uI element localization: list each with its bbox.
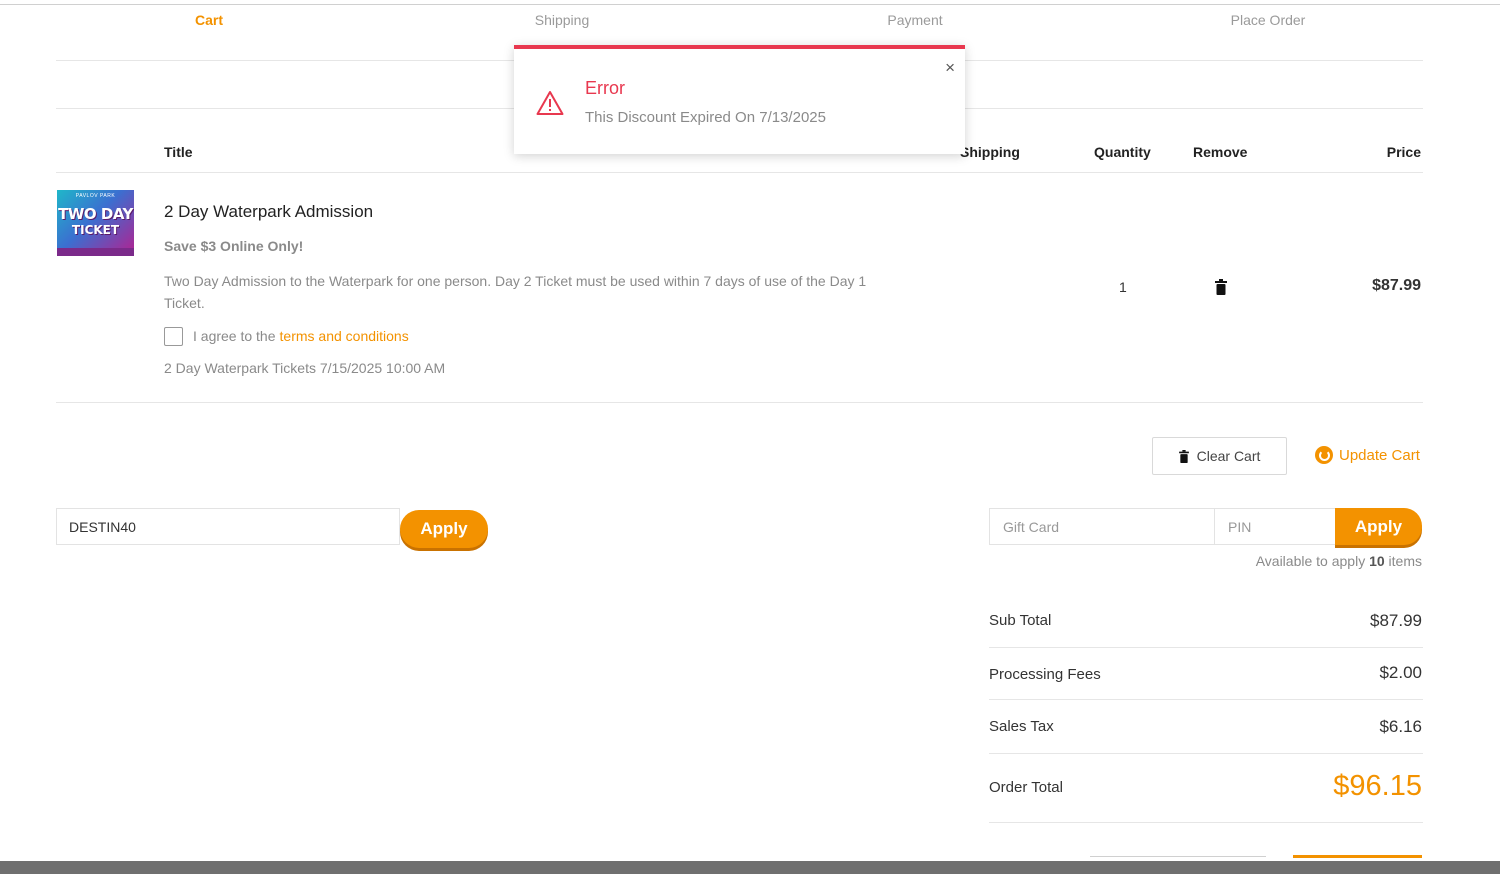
subtotal-value: $87.99 xyxy=(1370,611,1422,630)
trash-icon[interactable] xyxy=(1215,279,1227,295)
item-title: 2 Day Waterpark Admission xyxy=(164,202,374,221)
error-toast: Error This Discount Expired On 7/13/2025… xyxy=(514,45,965,154)
product-thumbnail: PAVLOV PARK TWO DAY TICKET xyxy=(57,190,134,256)
clear-cart-button[interactable]: Clear Cart xyxy=(1152,437,1287,475)
thumbnail-line1: TWO DAY xyxy=(58,205,133,223)
terms-link[interactable]: terms and conditions xyxy=(280,328,409,344)
warning-icon xyxy=(536,91,564,115)
step-payment[interactable]: Payment xyxy=(887,12,942,28)
sales-tax-value: $6.16 xyxy=(1379,717,1422,736)
update-cart-button[interactable]: Update Cart xyxy=(1315,444,1420,466)
order-total-label: Order Total xyxy=(989,779,1063,796)
toast-message: This Discount Expired On 7/13/2025 xyxy=(585,109,826,126)
apply-gift-card-button[interactable]: Apply xyxy=(1335,508,1422,545)
discount-code-input[interactable] xyxy=(56,508,400,545)
terms-checkbox[interactable] xyxy=(164,326,183,346)
thumbnail-line2: TICKET xyxy=(71,223,120,237)
gift-availability: Available to apply 10 items xyxy=(1256,553,1422,569)
apply-discount-button[interactable]: Apply xyxy=(400,510,488,548)
header-title: Title xyxy=(164,144,193,160)
processing-fees-value: $2.00 xyxy=(1379,663,1422,682)
item-description: Two Day Admission to the Waterpark for o… xyxy=(164,273,867,311)
header-remove: Remove xyxy=(1193,144,1248,160)
item-subtitle: Save $3 Online Only! xyxy=(164,238,304,254)
trash-icon xyxy=(1178,449,1189,463)
update-cart-label: Update Cart xyxy=(1339,446,1420,464)
divider xyxy=(56,402,1423,403)
step-place-order[interactable]: Place Order xyxy=(1231,12,1306,28)
avail-prefix: Available to apply xyxy=(1255,553,1366,569)
item-price: $87.99 xyxy=(1372,277,1421,294)
order-total-value: $96.15 xyxy=(1333,770,1422,802)
close-icon[interactable]: × xyxy=(945,59,955,76)
toast-title: Error xyxy=(585,78,625,98)
window-bottom-bar xyxy=(0,861,1500,874)
header-shipping: Shipping xyxy=(960,144,1020,160)
item-date: 2 Day Waterpark Tickets 7/15/2025 10:00 … xyxy=(164,360,446,376)
top-border xyxy=(0,4,1500,5)
terms-agreement: I agree to the terms and conditions xyxy=(164,326,409,346)
item-quantity: 1 xyxy=(1119,279,1127,295)
refresh-icon xyxy=(1315,446,1333,464)
sales-tax-label: Sales Tax xyxy=(989,718,1054,735)
pin-input[interactable] xyxy=(1214,508,1336,545)
header-price: Price xyxy=(1386,144,1421,160)
divider xyxy=(989,822,1423,823)
gift-card-input[interactable] xyxy=(989,508,1215,545)
step-cart[interactable]: Cart xyxy=(195,12,223,28)
header-quantity: Quantity xyxy=(1094,144,1151,160)
avail-suffix: items xyxy=(1388,553,1422,569)
bottom-button-edge xyxy=(1293,855,1422,858)
avail-count: 10 xyxy=(1369,553,1385,569)
terms-label: I agree to the xyxy=(193,328,276,344)
thumbnail-brand: PAVLOV PARK xyxy=(75,193,116,199)
checkout-steps: Cart Shipping Payment Place Order xyxy=(0,12,1500,32)
clear-cart-label: Clear Cart xyxy=(1196,448,1261,464)
divider xyxy=(56,172,1423,173)
divider xyxy=(989,699,1423,700)
bottom-button-edge xyxy=(1090,856,1266,857)
subtotal-label: Sub Total xyxy=(989,612,1052,629)
step-shipping[interactable]: Shipping xyxy=(535,12,590,28)
thumbnail-bar xyxy=(57,248,134,256)
divider xyxy=(989,753,1423,754)
processing-fees-label: Processing Fees xyxy=(989,666,1101,683)
divider xyxy=(989,647,1423,648)
